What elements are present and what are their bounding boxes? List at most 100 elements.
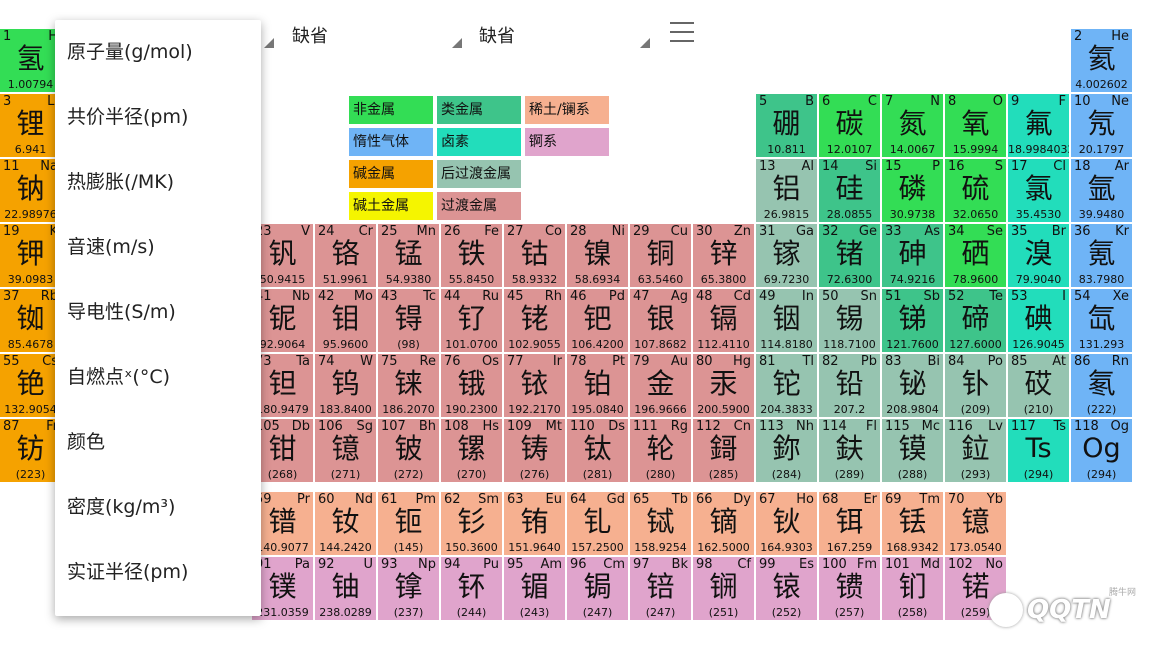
element-cell-fe[interactable]: 26 Fe 铁 55.8450 [441,224,503,288]
element-cell-u[interactable]: 92 U 铀 238.0289 [315,557,377,621]
element-cell-se[interactable]: 34 Se 硒 78.9600 [945,224,1007,288]
element-cell-k[interactable]: 19 K 钾 39.0983 [0,224,62,288]
element-cell-os[interactable]: 76 Os 锇 190.2300 [441,354,503,418]
element-cell-tm[interactable]: 69 Tm 铥 168.9342 [882,492,944,556]
element-cell-te[interactable]: 52 Te 碲 127.6000 [945,289,1007,353]
element-cell-ho[interactable]: 67 Ho 钬 164.9303 [756,492,818,556]
element-cell-gd[interactable]: 64 Gd 钆 157.2500 [567,492,629,556]
hamburger-menu-icon[interactable] [670,22,694,44]
element-cell-er[interactable]: 68 Er 铒 167.259 [819,492,881,556]
element-cell-rg[interactable]: 111 Rg 轮 (280) [630,419,692,483]
element-cell-hg[interactable]: 80 Hg 汞 200.5900 [693,354,755,418]
element-cell-bi[interactable]: 83 Bi 铋 208.9804 [882,354,944,418]
element-cell-v[interactable]: 23 V 钒 50.9415 [252,224,314,288]
element-cell-co[interactable]: 27 Co 钴 58.9332 [504,224,566,288]
element-cell-yb[interactable]: 70 Yb 镱 173.0540 [945,492,1007,556]
element-cell-pt[interactable]: 78 Pt 铂 195.0840 [567,354,629,418]
element-cell-ru[interactable]: 44 Ru 钌 101.0700 [441,289,503,353]
element-cell-f[interactable]: 9 F 氟 18.9984032 [1008,94,1070,158]
element-cell-p[interactable]: 15 P 磷 30.9738 [882,159,944,223]
element-cell-cr[interactable]: 24 Cr 铬 51.9961 [315,224,377,288]
element-cell-zn[interactable]: 30 Zn 锌 65.3800 [693,224,755,288]
element-cell-mn[interactable]: 25 Mn 锰 54.9380 [378,224,440,288]
element-cell-cf[interactable]: 98 Cf 锎 (251) [693,557,755,621]
element-cell-tc[interactable]: 43 Tc 锝 (98) [378,289,440,353]
element-cell-pm[interactable]: 61 Pm 钷 (145) [378,492,440,556]
element-cell-rh[interactable]: 45 Rh 铑 102.9055 [504,289,566,353]
element-cell-pu[interactable]: 94 Pu 钚 (244) [441,557,503,621]
element-cell-fm[interactable]: 100 Fm 镄 (257) [819,557,881,621]
element-cell-si[interactable]: 14 Si 硅 28.0855 [819,159,881,223]
element-cell-br[interactable]: 35 Br 溴 79.9040 [1008,224,1070,288]
element-cell-ne[interactable]: 10 Ne 氖 20.1797 [1071,94,1133,158]
element-cell-cu[interactable]: 29 Cu 铜 63.5460 [630,224,692,288]
menu-item-empirical-radius[interactable]: 实证半径(pm) [55,540,261,605]
element-cell-nh[interactable]: 113 Nh 鉨 (284) [756,419,818,483]
element-cell-re[interactable]: 75 Re 铼 186.2070 [378,354,440,418]
menu-item-atomic-mass[interactable]: 原子量(g/mol) [55,20,261,85]
element-cell-kr[interactable]: 36 Kr 氪 83.7980 [1071,224,1133,288]
element-cell-c[interactable]: 6 C 碳 12.0107 [819,94,881,158]
element-cell-o[interactable]: 8 O 氧 15.9994 [945,94,1007,158]
element-cell-pa[interactable]: 91 Pa 镤 231.0359 [252,557,314,621]
element-cell-tl[interactable]: 81 Tl 铊 204.3833 [756,354,818,418]
menu-item-color[interactable]: 颜色 [55,410,261,475]
element-cell-na[interactable]: 11 Na 钠 22.98976 [0,159,62,223]
element-cell-po[interactable]: 84 Po 钋 (209) [945,354,1007,418]
element-cell-md[interactable]: 101 Md 钔 (258) [882,557,944,621]
element-cell-lv[interactable]: 116 Lv 鉝 (293) [945,419,1007,483]
element-cell-sn[interactable]: 50 Sn 锡 118.7100 [819,289,881,353]
menu-item-density[interactable]: 密度(kg/m³) [55,475,261,540]
element-cell-he[interactable]: 2 He 氦 4.002602 [1071,29,1133,93]
element-cell-at[interactable]: 85 At 砹 (210) [1008,354,1070,418]
element-cell-ar[interactable]: 18 Ar 氩 39.9480 [1071,159,1133,223]
element-cell-xe[interactable]: 54 Xe 氙 131.293 [1071,289,1133,353]
element-cell-eu[interactable]: 63 Eu 铕 151.9640 [504,492,566,556]
menu-item-speed-of-sound[interactable]: 音速(m/s) [55,215,261,280]
element-cell-am[interactable]: 95 Am 镅 (243) [504,557,566,621]
element-cell-sb[interactable]: 51 Sb 锑 121.7600 [882,289,944,353]
element-cell-db[interactable]: 105 Db 钳 (268) [252,419,314,483]
element-cell-as[interactable]: 33 As 砷 74.9216 [882,224,944,288]
element-cell-nb[interactable]: 41 Nb 铌 92.9064 [252,289,314,353]
element-cell-cl[interactable]: 17 Cl 氯 35.4530 [1008,159,1070,223]
element-cell-ta[interactable]: 73 Ta 钽 180.9479 [252,354,314,418]
menu-item-covalent-radius[interactable]: 共价半径(pm) [55,85,261,150]
element-cell-pb[interactable]: 82 Pb 铅 207.2 [819,354,881,418]
element-cell-s[interactable]: 16 S 硫 32.0650 [945,159,1007,223]
element-cell-mc[interactable]: 115 Mc 镆 (288) [882,419,944,483]
element-cell-b[interactable]: 5 B 硼 10.811 [756,94,818,158]
element-cell-rb[interactable]: 37 Rb 铷 85.4678 [0,289,62,353]
element-cell-cm[interactable]: 96 Cm 锔 (247) [567,557,629,621]
element-cell-hs[interactable]: 108 Hs 镙 (270) [441,419,503,483]
element-cell-sm[interactable]: 62 Sm 钐 150.3600 [441,492,503,556]
element-cell-ga[interactable]: 31 Ga 镓 69.7230 [756,224,818,288]
menu-item-thermal-expansion[interactable]: 热膨胀(/MK) [55,150,261,215]
element-cell-cd[interactable]: 48 Cd 镉 112.4110 [693,289,755,353]
element-cell-ag[interactable]: 47 Ag 银 107.8682 [630,289,692,353]
element-cell-i[interactable]: 53 I 碘 126.9045 [1008,289,1070,353]
selector-3-dropdown-icon[interactable] [640,38,650,48]
element-cell-ir[interactable]: 77 Ir 铱 192.2170 [504,354,566,418]
element-cell-es[interactable]: 99 Es 锿 (252) [756,557,818,621]
menu-item-conductivity[interactable]: 导电性(S/m) [55,280,261,345]
element-cell-dy[interactable]: 66 Dy 镝 162.5000 [693,492,755,556]
element-cell-n[interactable]: 7 N 氮 14.0067 [882,94,944,158]
element-cell-mt[interactable]: 109 Mt 铸 (276) [504,419,566,483]
element-cell-al[interactable]: 13 Al 铝 26.9815 [756,159,818,223]
element-cell-nd[interactable]: 60 Nd 钕 144.2420 [315,492,377,556]
element-cell-ni[interactable]: 28 Ni 镍 58.6934 [567,224,629,288]
element-cell-ts[interactable]: 117 Ts Ts (294) [1008,419,1070,483]
element-cell-bh[interactable]: 107 Bh 铍 (272) [378,419,440,483]
element-cell-ds[interactable]: 110 Ds 钛 (281) [567,419,629,483]
element-cell-og[interactable]: 118 Og Og (294) [1071,419,1133,483]
element-cell-cs[interactable]: 55 Cs 铯 132.9054 [0,354,62,418]
element-cell-mo[interactable]: 42 Mo 钼 95.9600 [315,289,377,353]
element-cell-np[interactable]: 93 Np 镎 (237) [378,557,440,621]
element-cell-cn[interactable]: 112 Cn 鎶 (285) [693,419,755,483]
element-cell-rn[interactable]: 86 Rn 氡 (222) [1071,354,1133,418]
element-cell-au[interactable]: 79 Au 金 196.9666 [630,354,692,418]
element-cell-li[interactable]: 3 Li 锂 6.941 [0,94,62,158]
element-cell-w[interactable]: 74 W 钨 183.8400 [315,354,377,418]
selector-1-dropdown-icon[interactable] [264,38,274,48]
